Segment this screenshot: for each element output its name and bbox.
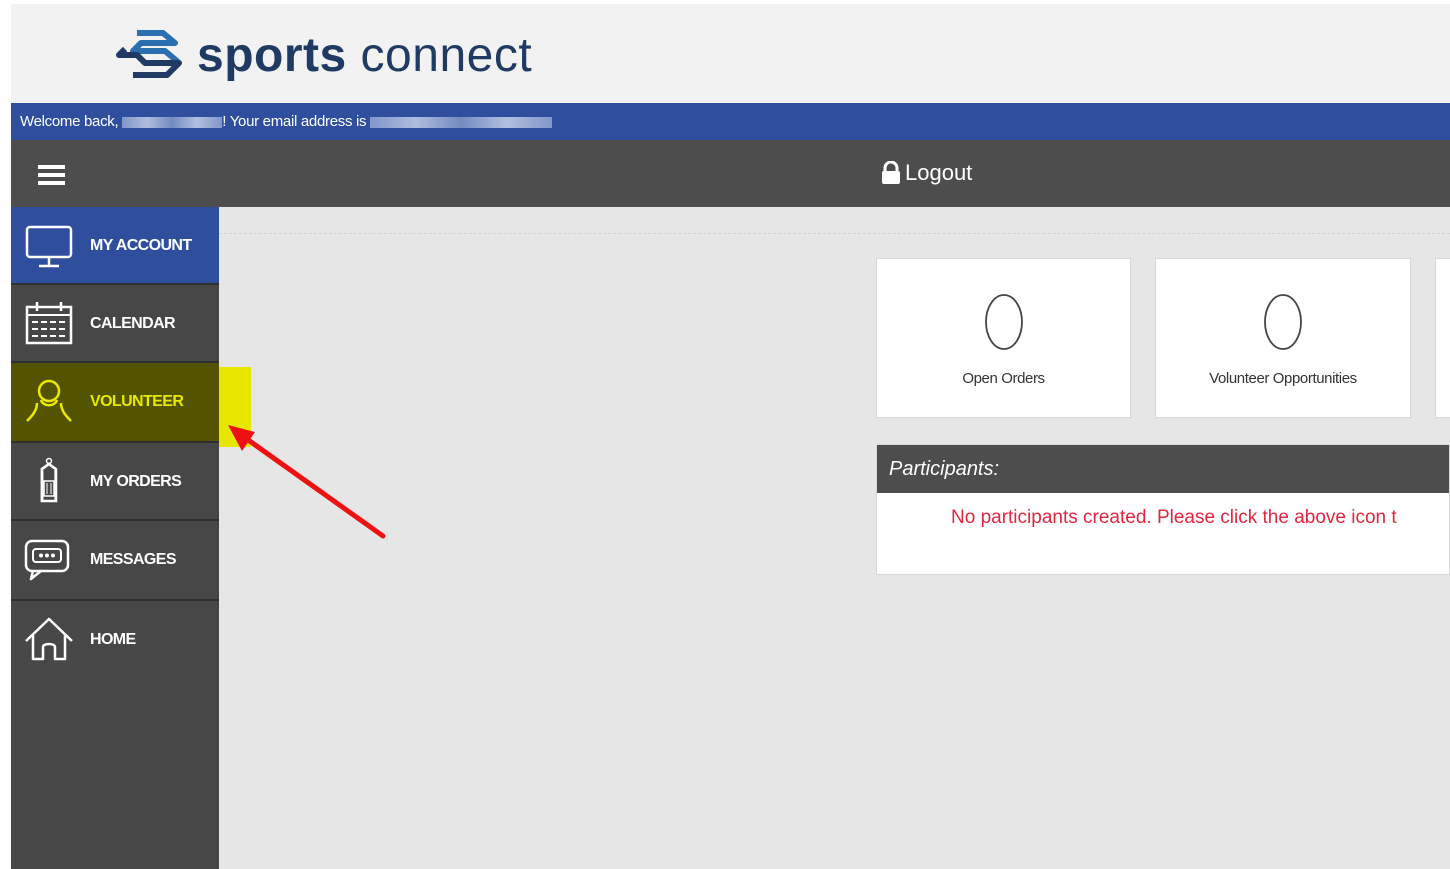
content-divider [219,233,1450,234]
welcome-text: Welcome back, ! Your email address is [20,113,553,130]
calendar-icon [25,302,73,345]
welcome-prefix: Welcome back, [20,113,123,130]
count-digit [984,294,1023,350]
sidebar: MY ACCOUNT CALENDAR VOLUNTEER MY ORDERS … [11,207,219,869]
redacted-name [122,116,223,128]
brand-name-light: connect [360,29,533,82]
sidebar-item-label: MESSAGES [90,551,176,568]
sidebar-item-my-account[interactable]: MY ACCOUNT [11,207,219,285]
monitor-icon [25,225,73,268]
top-bar: Logout [11,140,1450,207]
volunteer-opportunities-count [1156,292,1410,352]
volunteer-highlight [219,367,251,447]
logout-button[interactable]: Logout [880,160,972,186]
logout-label: Logout [905,160,973,185]
volunteer-opportunities-card[interactable]: Volunteer Opportunities [1155,258,1411,418]
sidebar-item-my-orders[interactable]: MY ORDERS [11,443,219,521]
participants-title: Participants: [889,458,1000,480]
third-card-partial[interactable] [1435,258,1450,418]
lock-icon [882,161,900,184]
sidebar-item-volunteer[interactable]: VOLUNTEER [11,363,219,443]
app-frame: sports connect Welcome back, ! Your emai… [11,4,1450,869]
sidebar-item-messages[interactable]: MESSAGES [11,521,219,601]
sidebar-item-label: MY ACCOUNT [90,237,192,254]
open-orders-card[interactable]: Open Orders [876,258,1131,418]
brand-logo[interactable]: sports connect [115,26,532,86]
participants-panel: Participants: No participants created. P… [876,444,1450,575]
redacted-email [370,116,553,128]
sports-connect-logo-icon [116,30,182,78]
open-orders-label: Open Orders [962,370,1045,387]
brand-name: sports connect [197,27,532,85]
chat-bubble-icon [24,539,70,581]
header: sports connect [11,4,1450,103]
brand-name-bold: sports [197,29,347,82]
welcome-bar: Welcome back, ! Your email address is [11,103,1450,140]
welcome-middle: ! Your email address is [222,113,371,130]
order-tag-icon [40,457,58,503]
participants-header: Participants: [877,445,1449,493]
sidebar-item-calendar[interactable]: CALENDAR [11,285,219,363]
person-icon [26,379,72,422]
sidebar-item-label: HOME [90,631,136,648]
count-digit [1264,294,1302,350]
sidebar-item-label: MY ORDERS [90,473,182,490]
sidebar-item-label: VOLUNTEER [90,393,184,410]
participants-empty-message: No participants created. Please click th… [951,507,1397,528]
open-orders-count [877,292,1130,352]
house-icon [25,617,73,661]
sidebar-item-label: CALENDAR [90,315,176,332]
sidebar-item-home[interactable]: HOME [11,601,219,679]
hamburger-menu-icon[interactable] [38,165,65,185]
volunteer-opportunities-label: Volunteer Opportunities [1209,370,1357,387]
